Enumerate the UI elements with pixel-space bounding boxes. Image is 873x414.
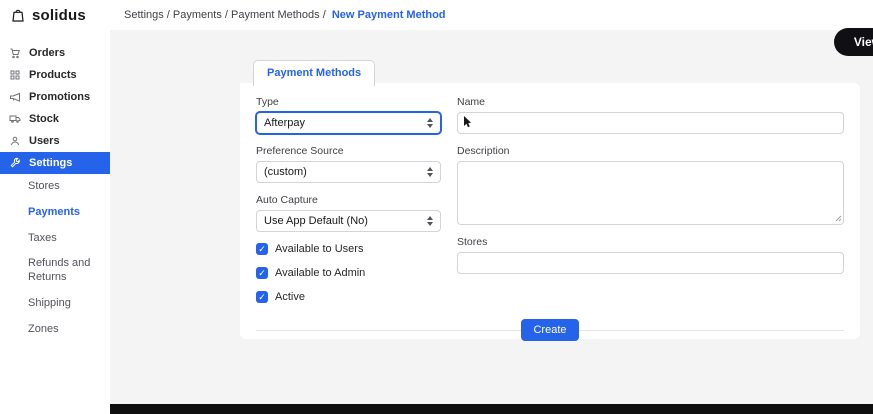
active-checkbox[interactable] [256,291,268,303]
sidebar-item-settings[interactable]: Settings [0,152,110,174]
preference-source-select[interactable]: (custom) [256,161,441,183]
breadcrumb-current: New Payment Method [332,9,446,21]
description-textarea[interactable] [457,161,844,225]
active-label: Active [275,291,305,303]
available-to-users-label: Available to Users [275,243,363,255]
tab-payment-methods[interactable]: Payment Methods [253,60,375,86]
sidebar-subitem-refunds-and-returns[interactable]: Refunds and Returns [0,251,110,291]
sidebar-item-products[interactable]: Products [0,64,110,86]
logo-text: solidus [32,7,86,24]
bottom-bar [110,404,873,414]
megaphone-icon [9,91,21,103]
type-select-value: Afterpay [264,117,305,129]
sidebar-item-label: Promotions [29,91,90,103]
sidebar-item-users[interactable]: Users [0,130,110,152]
description-label: Description [457,145,844,157]
sidebar-item-stock[interactable]: Stock [0,108,110,130]
sidebar-subitem-zones[interactable]: Zones [0,317,110,343]
preference-source-select-value: (custom) [264,166,307,178]
sidebar-subitem-stores[interactable]: Stores [0,174,110,200]
type-label: Type [256,96,441,108]
stores-label: Stores [457,236,844,248]
select-arrows-icon [427,216,433,226]
resize-handle-icon[interactable] [834,214,842,222]
divider [579,330,844,331]
header: solidus Settings / Payments / Payment Me… [0,0,873,30]
sidebar-item-orders[interactable]: Orders [0,42,110,64]
stores-input[interactable] [457,252,844,274]
select-arrows-icon [427,167,433,177]
available-to-admin-label: Available to Admin [275,267,365,279]
sidebar-item-label: Products [29,69,77,81]
preference-source-label: Preference Source [256,145,441,157]
sidebar-item-label: Settings [29,157,72,169]
solidus-logo[interactable]: solidus [0,7,110,24]
sidebar-item-promotions[interactable]: Promotions [0,86,110,108]
auto-capture-select[interactable]: Use App Default (No) [256,210,441,232]
form-footer: Create [256,319,844,341]
available-to-admin-checkbox[interactable] [256,267,268,279]
name-label: Name [457,96,844,108]
user-icon [9,135,21,147]
solidus-logo-icon [10,7,26,23]
breadcrumb: Settings / Payments / Payment Methods / … [110,9,446,21]
truck-icon [9,113,21,125]
divider [256,330,521,331]
name-input[interactable] [457,112,844,134]
wrench-icon [9,157,21,169]
select-arrows-icon [427,118,433,128]
sidebar: Orders Products Promotions Stock [0,30,110,414]
auto-capture-label: Auto Capture [256,194,441,206]
grid-icon [9,69,21,81]
breadcrumb-path[interactable]: Settings / Payments / Payment Methods / [124,9,326,21]
view-button[interactable]: View [834,28,873,56]
type-select[interactable]: Afterpay [256,112,441,134]
available-to-users-checkbox[interactable] [256,243,268,255]
sidebar-subitem-shipping[interactable]: Shipping [0,291,110,317]
payment-method-form-card: Type Afterpay Preference Source (custom)… [240,83,860,339]
sidebar-item-label: Users [29,135,60,147]
cart-icon [9,47,21,59]
sidebar-subitem-taxes[interactable]: Taxes [0,226,110,252]
sidebar-subitem-payments[interactable]: Payments [0,200,110,226]
auto-capture-select-value: Use App Default (No) [264,215,368,227]
create-button[interactable]: Create [521,319,578,341]
sidebar-item-label: Stock [29,113,59,125]
sidebar-item-label: Orders [29,47,65,59]
